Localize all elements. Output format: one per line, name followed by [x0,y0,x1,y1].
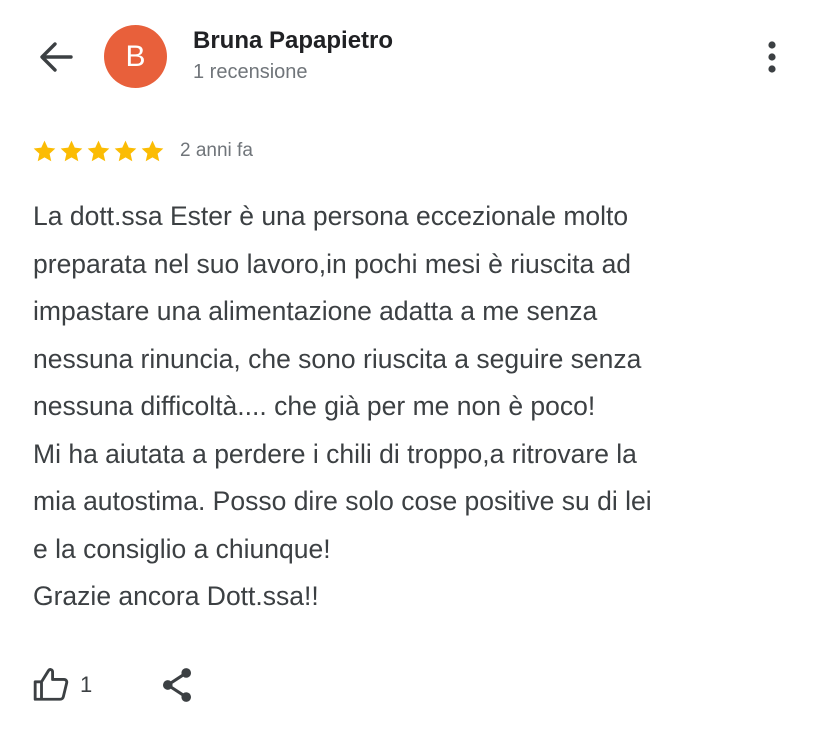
like-button[interactable]: 1 [32,666,92,704]
more-vertical-icon [768,41,776,73]
avatar[interactable]: B [104,25,167,88]
review-text-line: mia autostima. Posso dire solo cose posi… [33,486,652,516]
reviewer-review-count: 1 recensione [193,61,308,83]
star-icon [87,140,110,161]
star-icon [141,140,164,161]
reviewer-name[interactable]: Bruna Papapietro [193,27,393,55]
star-rating [32,139,165,164]
review-text-line: preparata nel suo lavoro,in pochi mesi è… [33,248,632,279]
star-icon [60,140,83,161]
review-text-line: nessuna difficoltà.... che già per me no… [33,391,596,421]
star-icon [114,140,137,161]
back-button[interactable] [30,34,82,80]
review-text: La dott.ssa Ester è una persona eccezion… [33,193,803,621]
review-actions: 1 [32,662,194,708]
review-text-line: La dott.ssa Ester è una persona eccezion… [33,201,629,231]
review-header: B Bruna Papapietro 1 recensione [0,0,828,110]
share-icon [163,668,192,702]
review-text-line: nessuna rinuncia, che sono riuscita a se… [33,343,642,374]
review-text-line: Mi ha aiutata a perdere i chili di tropp… [33,438,637,469]
thumbs-up-icon [33,668,69,701]
like-count: 1 [80,672,93,697]
share-button[interactable] [160,666,194,704]
star-icon [33,140,56,161]
review-text-line: e la consiglio a chiunque! [33,533,331,564]
rating-row: 2 anni fa [32,136,253,166]
review-date: 2 anni fa [180,140,253,161]
more-options-button[interactable] [752,36,792,78]
review-text-line: Grazie ancora Dott.ssa!! [33,581,319,611]
avatar-initial: B [125,39,146,73]
review-text-line: impastare una alimentazione adatta a me … [33,296,598,326]
arrow-left-icon [40,42,73,72]
